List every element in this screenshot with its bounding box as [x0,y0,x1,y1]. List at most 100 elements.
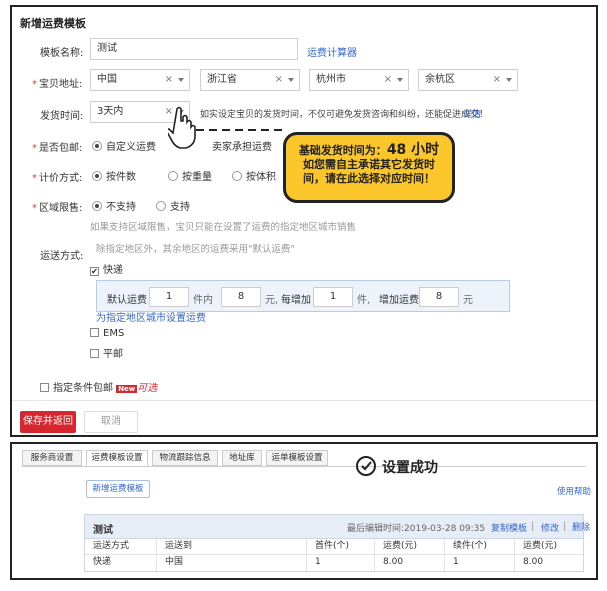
radio-off-icon [168,171,178,181]
city-select[interactable]: 杭州市 × [309,69,409,91]
country-select[interactable]: 中国 × [90,69,190,91]
tab-divider [22,466,586,467]
add-fee-label: 增加运费 [379,295,419,306]
ship-time-label: 发货时间: [40,111,84,122]
free-shipping-label: * 是否包邮: [32,143,83,154]
chevron-down-icon [397,78,403,82]
shipping-method-label: 运送方式: [40,251,84,262]
new-badge: New [116,385,138,393]
copy-template-link[interactable]: 复制模板 [491,521,527,534]
col-header: 续件(个) [445,539,515,554]
default-fee-label: 默认运费 [107,295,147,306]
clear-icon[interactable]: × [165,70,173,90]
save-return-button[interactable]: 保存并返回 [20,411,76,433]
add-fee-input[interactable]: 8 [419,287,459,307]
chevron-down-icon [288,78,294,82]
last-edit-time: 最后编辑时间:2019-03-28 09:35 [347,524,486,534]
template-list-panel: 服务商设置 运费模板设置 物流跟踪信息 地址库 运单模板设置 设置成功 新增运费… [10,442,598,580]
clear-icon[interactable]: × [384,70,392,90]
tab-address-book[interactable]: 地址库 [222,450,262,466]
region-restrict-label: * 区域限售: [32,203,83,214]
address-label: * 宝贝地址: [32,79,83,90]
radio-seller-pays[interactable]: 卖家承担运费 [212,138,272,153]
tab-freight-template[interactable]: 运费模板设置 [86,450,148,466]
page-title: 新增运费模板 [20,17,86,30]
region-restrict-hint: 如果支持区域限售，宝贝只能在设置了运费的指定地区城市销售 [90,222,357,233]
callout-highlight: 48 小时 [386,142,440,158]
checkbox-icon [90,328,99,337]
radio-on-icon [92,171,102,181]
template-header: 测试 最后编辑时间:2019-03-28 09:35 复制模板 | 修改 | [85,515,583,539]
chevron-down-icon [178,78,184,82]
table-cell: 8.00 [523,557,544,567]
table-header-row: 运送方式 运送到 首件(个) 运费(元) 续件(个) 运费(元) [85,539,583,555]
radio-by-count[interactable]: 按件数 [92,168,136,183]
ems-checkbox[interactable]: EMS [90,328,124,339]
divider [12,400,596,401]
ship-time-detail-link[interactable]: 详情 [463,107,481,120]
success-text: 设置成功 [382,460,438,476]
ship-time-callout: 基础发货时间为：48 小时 如您需自主承诺其它发货时 间，请在此选择对应时间！ [283,132,455,203]
table-cell: 中国 [157,555,307,571]
col-header: 运费(元) [523,541,558,551]
yuan2-label: 元 [463,295,473,306]
cancel-button[interactable]: 取消 [84,411,138,433]
checkbox-icon [40,383,49,392]
radio-by-weight[interactable]: 按重量 [168,168,212,183]
pricing-method-label: * 计价方式: [32,173,83,184]
unit-jian-label: 件, [357,295,371,306]
default-fee-row: 默认运费 1 件内 8 元, 每增加 1 件, 增加运费 8 元 [96,280,510,312]
table-cell: 1 [445,555,515,571]
first-qty-input[interactable]: 1 [149,287,189,307]
optional-text: 可选 [137,383,158,394]
callout-line3: 间，请在此选择对应时间！ [303,172,435,185]
template-editor-panel: 新增运费模板 模板名称: 测试 运费计算器 * 宝贝地址: 中国 × 浙江省 × 杭州… [10,5,598,437]
tab-service-provider[interactable]: 服务商设置 [22,450,82,466]
table-cell: 快递 [85,555,157,571]
radio-not-support[interactable]: 不支持 [92,198,136,213]
checkbox-checked-icon: ✔ [90,267,99,276]
clear-icon[interactable]: × [493,70,501,90]
delete-template-link[interactable]: 删除 [572,520,590,533]
tab-logistics-tracking[interactable]: 物流跟踪信息 [152,450,218,466]
radio-on-icon [92,201,102,211]
name-label: 模板名称: [40,48,84,59]
first-fee-input[interactable]: 8 [221,287,261,307]
freight-calculator-link[interactable]: 运费计算器 [307,44,357,59]
each-add-label: 每增加 [281,295,311,306]
col-header: 运费(元) [375,539,445,554]
checkbox-icon [90,349,99,358]
add-qty-input[interactable]: 1 [313,287,353,307]
radio-off-icon [232,171,242,181]
shipping-method-hint: 除指定地区外，其余地区的运费采用"默认运费" [96,244,295,255]
yuan-label: 元, [265,295,279,306]
radio-support[interactable]: 支持 [156,198,190,213]
set-region-freight-link[interactable]: 为指定地区城市设置运费 [96,309,206,324]
province-select[interactable]: 浙江省 × [200,69,300,91]
new-template-button[interactable]: 新增运费模板 [86,480,150,498]
table-cell: 1 [307,555,375,571]
tab-waybill-template[interactable]: 运单模板设置 [266,450,328,466]
help-link[interactable]: 使用帮助 [557,485,591,497]
edit-template-link[interactable]: 修改 [541,521,559,534]
district-select[interactable]: 余杭区 × [418,69,518,91]
radio-off-icon [156,201,166,211]
radio-by-volume[interactable]: 按体积 [232,168,276,183]
express-checkbox[interactable]: ✔ 快递 [90,261,123,276]
col-header: 运送到 [157,539,307,554]
col-header: 首件(个) [307,539,375,554]
surface-mail-checkbox[interactable]: 平邮 [90,345,123,360]
template-table: 测试 最后编辑时间:2019-03-28 09:35 复制模板 | 修改 | 运… [84,514,584,572]
check-circle-icon [356,456,376,476]
template-name-input[interactable]: 测试 [90,38,298,60]
table-row: 快递 中国 1 8.00 1 8.00 [85,555,583,571]
table-cell: 8.00 [375,555,445,571]
chevron-down-icon [506,78,512,82]
radio-on-icon [92,141,102,151]
col-header: 运送方式 [85,539,157,554]
clear-icon[interactable]: × [275,70,283,90]
template-name: 测试 [93,525,113,536]
radio-custom-freight[interactable]: 自定义运费 [92,138,156,153]
callout-line2: 如您需自主承诺其它发货时 [303,158,435,171]
conditional-free-checkbox[interactable]: 指定条件包邮 New 可选 [40,379,157,394]
